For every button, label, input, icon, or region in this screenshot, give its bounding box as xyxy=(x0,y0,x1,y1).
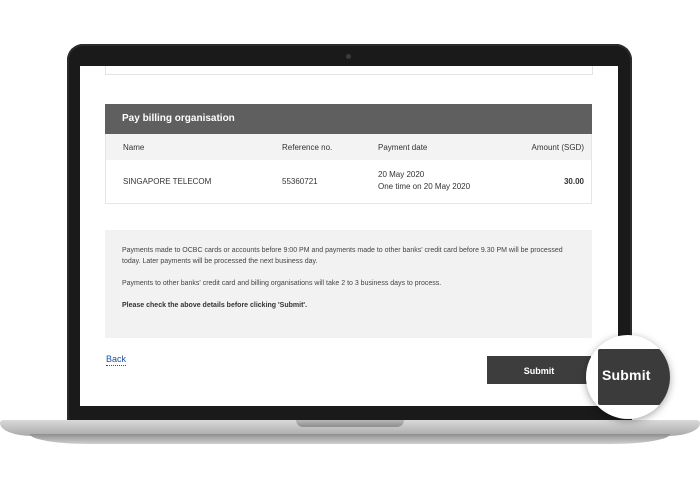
header-payment-date: Payment date xyxy=(378,143,428,152)
payment-table: Name Reference no. Payment date Amount (… xyxy=(105,134,592,204)
submit-button[interactable]: Submit xyxy=(487,356,591,384)
notice-processing-times: Payments made to OCBC cards or accounts … xyxy=(122,247,563,265)
payment-date: 20 May 2020 One time on 20 May 2020 xyxy=(378,169,470,193)
notice-processing-days: Payments to other banks' credit card and… xyxy=(122,280,442,287)
payee-name: SINGAPORE TELECOM xyxy=(123,177,212,186)
laptop-base-shadow xyxy=(30,434,670,444)
magnified-submit-label: Submit xyxy=(602,367,651,383)
info-notice: Payments made to OCBC cards or accounts … xyxy=(105,230,592,338)
camera-icon xyxy=(346,54,351,59)
laptop-screen: Pay billing organisation Name Reference … xyxy=(80,66,618,406)
reference-number: 55360721 xyxy=(282,177,318,186)
back-link[interactable]: Back xyxy=(106,354,127,366)
submit-magnifier: Submit xyxy=(586,335,670,419)
table-row: SINGAPORE TELECOM 55360721 20 May 2020 O… xyxy=(106,160,591,203)
payment-frequency: One time on 20 May 2020 xyxy=(378,182,471,191)
header-amount: Amount (SGD) xyxy=(531,143,584,152)
previous-card xyxy=(105,66,593,75)
header-name: Name xyxy=(123,143,145,152)
payment-date-value: 20 May 2020 xyxy=(378,170,425,179)
header-reference: Reference no. xyxy=(282,143,333,152)
laptop-notch xyxy=(296,420,404,427)
amount-value: 30.00 xyxy=(563,177,584,186)
panel-title: Pay billing organisation xyxy=(105,104,592,134)
table-header: Name Reference no. Payment date Amount (… xyxy=(106,134,591,160)
notice-check-details: Please check the above details before cl… xyxy=(122,302,308,309)
